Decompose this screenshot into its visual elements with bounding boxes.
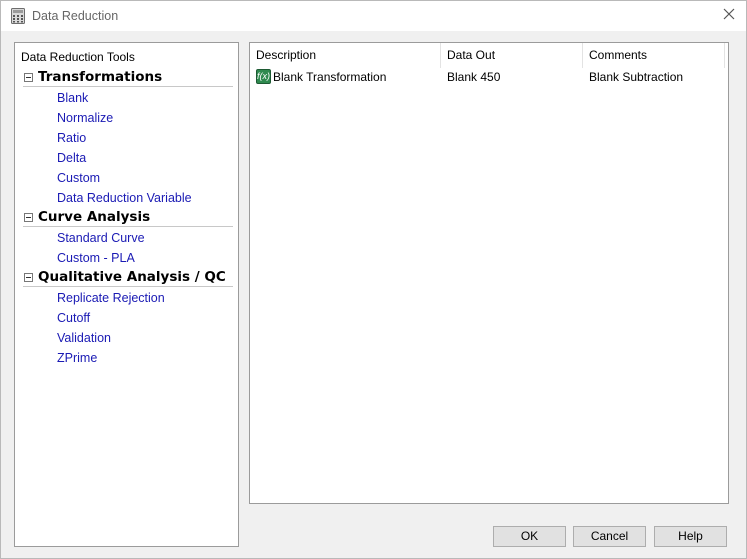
group-header: Transformations xyxy=(23,69,233,87)
cancel-button[interactable]: Cancel xyxy=(573,526,646,547)
tool-data-reduction-variable[interactable]: Data Reduction Variable xyxy=(23,188,233,208)
calculator-icon xyxy=(11,8,25,24)
tool-custom[interactable]: Custom xyxy=(23,168,233,188)
tool-blank[interactable]: Blank xyxy=(23,88,233,108)
group-qualitative-analysis: Qualitative Analysis / QC Replicate Reje… xyxy=(23,269,233,368)
group-title: Qualitative Analysis / QC xyxy=(38,269,226,285)
tool-validation[interactable]: Validation xyxy=(23,328,233,348)
collapse-minus-icon[interactable] xyxy=(24,273,33,282)
table-row[interactable]: f(x) Blank Transformation Blank 450 Blan… xyxy=(250,68,728,86)
close-button[interactable] xyxy=(718,5,740,27)
column-header-description[interactable]: Description xyxy=(250,43,441,68)
close-icon xyxy=(723,7,735,25)
tools-panel-header: Data Reduction Tools xyxy=(21,50,135,64)
help-button[interactable]: Help xyxy=(654,526,727,547)
ok-button[interactable]: OK xyxy=(493,526,566,547)
column-header-data-out[interactable]: Data Out xyxy=(441,43,583,68)
tool-standard-curve[interactable]: Standard Curve xyxy=(23,228,233,248)
tool-custom-pla[interactable]: Custom - PLA xyxy=(23,248,233,268)
fx-icon: f(x) xyxy=(256,69,271,84)
window-title: Data Reduction xyxy=(32,9,119,23)
reduction-table: Description Data Out Comments f(x) Blank… xyxy=(249,42,729,504)
row-description: Blank Transformation xyxy=(273,70,387,84)
tools-panel: Data Reduction Tools Transformations Bla… xyxy=(14,42,239,547)
tool-cutoff[interactable]: Cutoff xyxy=(23,308,233,328)
column-header-comments[interactable]: Comments xyxy=(583,43,725,68)
tool-ratio[interactable]: Ratio xyxy=(23,128,233,148)
group-header: Qualitative Analysis / QC xyxy=(23,269,233,287)
tool-zprime[interactable]: ZPrime xyxy=(23,348,233,368)
group-title: Transformations xyxy=(38,69,163,85)
tool-delta[interactable]: Delta xyxy=(23,148,233,168)
group-transformations: Transformations Blank Normalize Ratio De… xyxy=(23,69,233,208)
group-title: Curve Analysis xyxy=(38,209,151,225)
row-data-out: Blank 450 xyxy=(447,70,501,84)
row-comments: Blank Subtraction xyxy=(589,70,684,84)
tool-replicate-rejection[interactable]: Replicate Rejection xyxy=(23,288,233,308)
tool-normalize[interactable]: Normalize xyxy=(23,108,233,128)
collapse-minus-icon[interactable] xyxy=(24,73,33,82)
group-header: Curve Analysis xyxy=(23,209,233,227)
title-bar: Data Reduction xyxy=(1,1,746,31)
dialog-window: Data Reduction Data Reduction Tools Tran… xyxy=(0,0,747,559)
collapse-minus-icon[interactable] xyxy=(24,213,33,222)
group-curve-analysis: Curve Analysis Standard Curve Custom - P… xyxy=(23,209,233,268)
